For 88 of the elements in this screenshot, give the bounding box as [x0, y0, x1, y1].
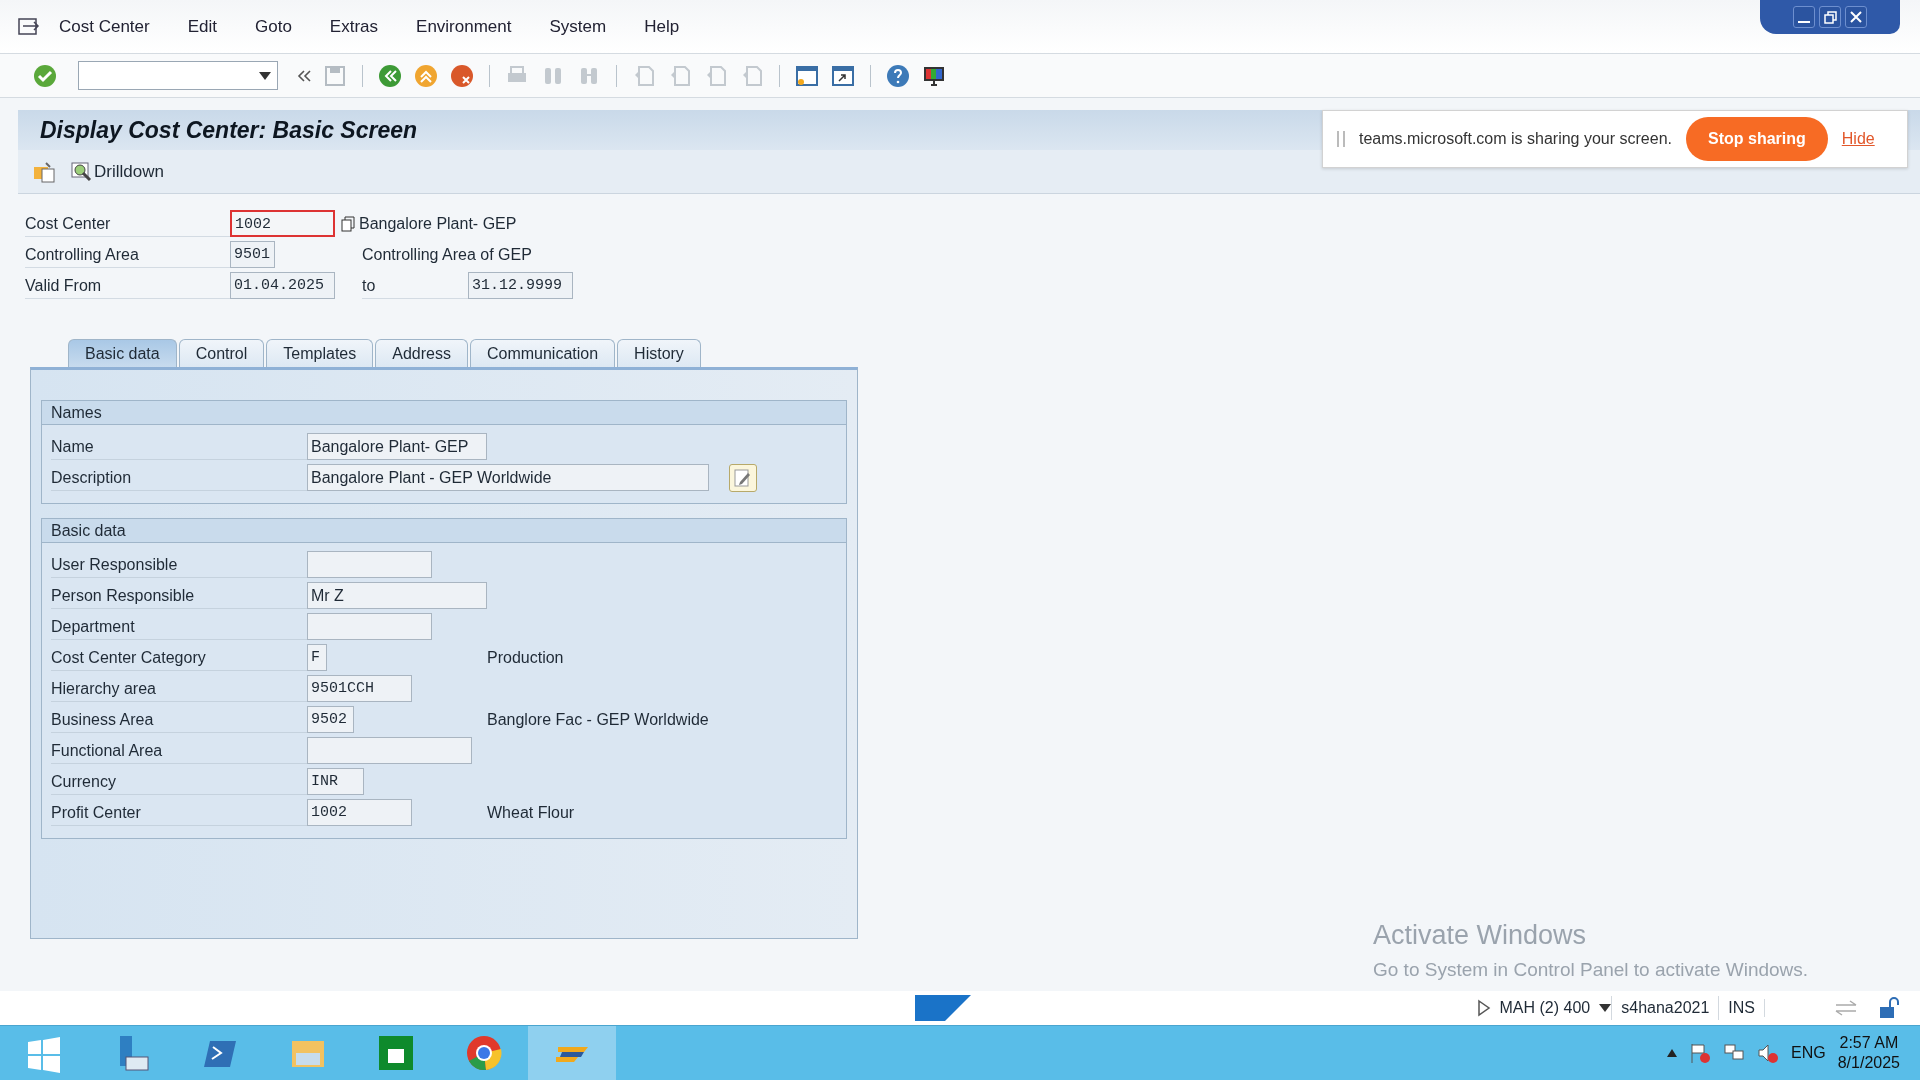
menu-item[interactable]: Edit — [168, 13, 236, 40]
field-label: Currency — [51, 768, 307, 795]
input-field[interactable]: 31.12.9999 — [468, 272, 573, 299]
group-title: Basic data — [42, 519, 846, 543]
tab[interactable]: Templates — [266, 339, 374, 367]
field-label: Cost Center Category — [51, 644, 307, 671]
input-field[interactable]: 01.04.2025 — [230, 272, 335, 299]
sap-logo — [915, 995, 971, 1021]
drag-handle-icon[interactable] — [1337, 130, 1345, 148]
back-icon[interactable] — [377, 62, 403, 89]
field-label: Business Area — [51, 706, 307, 733]
field-description: Bangalore Plant- GEP — [359, 213, 517, 234]
field-label: User Responsible — [51, 551, 307, 578]
drilldown-button[interactable]: Drilldown — [66, 156, 168, 187]
close-button[interactable] — [1845, 6, 1867, 28]
tab[interactable]: Communication — [469, 339, 616, 367]
menu-item[interactable]: Extras — [310, 13, 398, 40]
cancel-icon[interactable] — [449, 62, 475, 89]
dropdown-icon[interactable] — [259, 71, 271, 80]
minimize-button[interactable] — [1793, 6, 1815, 28]
restore-button[interactable] — [1819, 6, 1841, 28]
field-label: Description — [51, 464, 307, 491]
menu-item[interactable]: Help — [625, 13, 699, 40]
input-field[interactable]: 9501CCH — [307, 675, 412, 702]
collapse-icon[interactable] — [296, 67, 312, 84]
input-field[interactable]: Bangalore Plant - GEP Worldwide — [307, 464, 709, 491]
field-label: Functional Area — [51, 737, 307, 764]
clock-time: 2:57 AM — [1838, 1033, 1900, 1053]
command-field[interactable] — [78, 61, 278, 90]
input-mode: INS — [1718, 996, 1764, 1020]
field-description: Banglore Fac - GEP Worldwide — [487, 709, 709, 730]
restore-icon — [1822, 9, 1838, 25]
input-field[interactable]: 1002 — [307, 799, 412, 826]
tab[interactable]: Control — [178, 339, 265, 367]
activation-title: Activate Windows — [1373, 919, 1588, 952]
sharing-message: teams.microsoft.com is sharing your screen. — [1359, 129, 1672, 149]
input-field[interactable] — [307, 737, 472, 764]
input-field[interactable] — [307, 551, 432, 578]
dropdown-icon[interactable] — [1599, 1004, 1612, 1012]
clock-date: 8/1/2025 — [1837, 1053, 1900, 1073]
activation-message: Go to System in Control Panel to activate Windows. — [1373, 957, 1809, 982]
field-description: Controlling Area of GEP — [362, 244, 532, 265]
tab[interactable]: History — [617, 339, 701, 367]
magnifier-icon — [70, 160, 92, 183]
screen-title: Display Cost Center: Basic Screen — [40, 115, 418, 145]
browser-icon — [464, 1033, 504, 1073]
input-field[interactable]: Bangalore Plant- GEP — [307, 433, 487, 460]
field-label: Profit Center — [51, 799, 307, 826]
tab[interactable]: Basic data — [68, 339, 177, 367]
pencil-icon — [734, 468, 752, 487]
language-indicator[interactable]: ENG — [1791, 1041, 1826, 1065]
close-icon — [1848, 9, 1864, 25]
minimize-icon — [1798, 21, 1810, 23]
field-label: Hierarchy area — [51, 675, 307, 702]
flag-icon[interactable] — [1689, 1042, 1712, 1064]
menu-item[interactable]: System — [530, 13, 626, 40]
edit-button[interactable] — [729, 463, 757, 492]
menu-item[interactable]: Goto — [236, 13, 311, 40]
lock-icon[interactable] — [1878, 997, 1900, 1019]
input-field[interactable]: Mr Z — [307, 582, 487, 609]
input-field[interactable]: INR — [307, 768, 364, 795]
field-description: Wheat Flour — [487, 802, 575, 823]
input-field[interactable]: 9502 — [307, 706, 354, 733]
menu-icon[interactable] — [18, 16, 40, 37]
field-label: Person Responsible — [51, 582, 307, 609]
show-hidden-icon[interactable] — [1667, 1049, 1678, 1057]
field-label: Name — [51, 433, 307, 460]
menu-item[interactable]: Cost Center — [40, 13, 169, 40]
input-field[interactable]: F — [307, 644, 327, 671]
group-title: Names — [42, 401, 846, 425]
tab[interactable]: Address — [375, 339, 468, 367]
field-description: Production — [487, 647, 564, 668]
check-icon[interactable] — [32, 62, 58, 89]
input-field[interactable]: 9501 — [230, 241, 275, 268]
input-field[interactable] — [307, 613, 432, 640]
taskbar-button[interactable] — [528, 1025, 616, 1080]
server-name: s4hana2021 — [1611, 996, 1719, 1020]
volume-icon[interactable] — [1757, 1042, 1780, 1064]
system-info[interactable]: MAH (2) 400 — [1490, 996, 1600, 1020]
menu-item[interactable]: Environment — [397, 13, 531, 40]
help-icon[interactable] — [885, 62, 911, 89]
copy-icon[interactable] — [341, 215, 355, 232]
exit-icon[interactable] — [413, 62, 439, 89]
input-field[interactable]: 1002 — [230, 210, 335, 237]
expand-icon[interactable] — [1476, 999, 1491, 1017]
field-label: Department — [51, 613, 307, 640]
hide-link[interactable]: Hide — [1841, 127, 1875, 151]
store-icon — [376, 1033, 416, 1073]
